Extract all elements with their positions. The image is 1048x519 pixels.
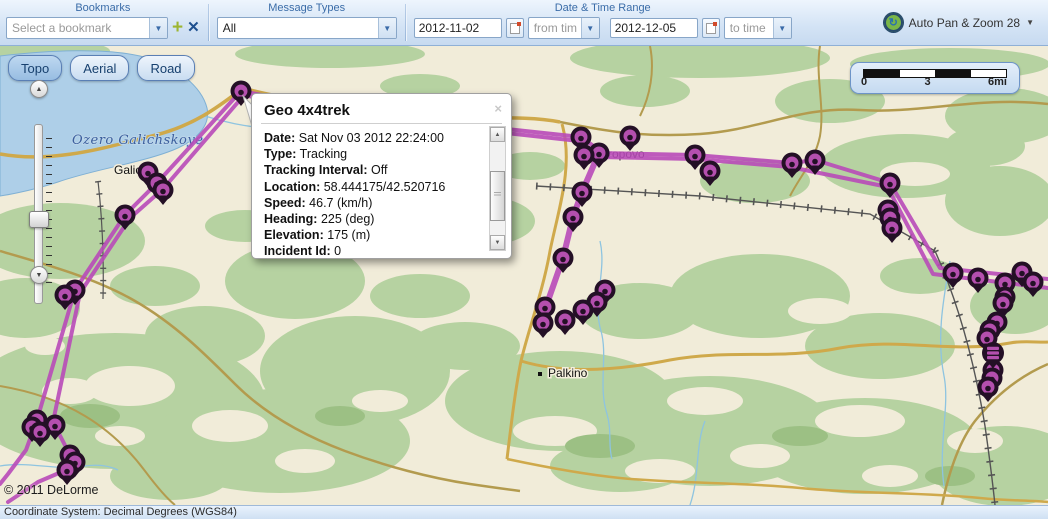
zoom-out-button[interactable]: ▼ [30,266,48,284]
track-point-marker[interactable] [57,460,78,486]
chevron-down-icon[interactable]: ▼ [378,18,396,38]
track-point-marker[interactable] [572,182,593,208]
map-svg: Ozero GalichskoyeGalichropovoPalkino [0,46,1048,505]
bookmarks-label: Bookmarks [75,2,130,15]
track-point-marker[interactable] [555,310,576,336]
from-time-value: from tim [529,18,581,38]
town-dot [538,372,542,376]
chevron-down-icon[interactable]: ▼ [149,18,167,38]
calendar-icon[interactable] [702,18,720,38]
waypoint-popup: Geo 4x4trek × Date: Sat Nov 03 2012 22:2… [251,93,512,259]
popup-scrollbar[interactable]: ▲ ▼ [489,126,506,251]
bookmark-select[interactable]: Select a bookmark ▼ [6,17,168,39]
to-date-input[interactable] [610,18,698,38]
zoom-slider-thumb[interactable] [29,211,49,228]
to-time-value: to time [725,18,773,38]
calendar-icon[interactable] [506,18,524,38]
auto-pan-control[interactable]: ↻ Auto Pan & Zoom 28 ▼ [884,0,1048,45]
top-toolbar: Bookmarks Select a bookmark ▼ + ✕ Messag… [0,0,1048,46]
auto-pan-icon: ↻ [884,13,903,32]
popup-field: Tracking Interval: Off [264,162,483,178]
message-types-label: Message Types [268,2,345,15]
map-scale-bar: 0 3 6mi [850,62,1020,94]
scroll-down-icon[interactable]: ▼ [490,235,505,250]
coordinate-system-text: Coordinate System: Decimal Degrees (WGS8… [4,506,237,518]
delete-bookmark-button[interactable]: ✕ [187,18,200,38]
scale-label-0: 0 [861,76,867,88]
to-time-select[interactable]: to time ▼ [724,17,792,39]
from-time-select[interactable]: from tim ▼ [528,17,600,39]
message-types-value: All [218,18,378,38]
date-range-label: Date & Time Range [555,2,651,15]
chevron-down-icon[interactable]: ▼ [773,18,791,38]
bookmark-select-value: Select a bookmark [7,18,149,38]
popup-field: Heading: 225 (deg) [264,211,483,227]
popup-field: Location: 58.444175/42.520716 [264,179,483,195]
scale-label-mid: 3 [925,76,931,88]
map-copyright: © 2011 DeLorme [4,483,98,497]
close-icon[interactable]: × [494,101,502,116]
auto-pan-label: Auto Pan & Zoom 28 [909,16,1020,30]
message-types-group: Message Types All ▼ [211,0,403,45]
map-label: Ozero Galichskoye [72,133,203,148]
zoom-in-button[interactable]: ▲ [30,80,48,98]
track-point-marker[interactable] [533,313,554,339]
status-bar: Coordinate System: Decimal Degrees (WGS8… [0,505,1048,519]
popup-field: Speed: 46.7 (km/h) [264,195,483,211]
map-type-topo-button[interactable]: Topo [8,55,62,81]
popup-field: Incident Id: 0 [264,243,483,259]
track-point-marker[interactable] [553,248,574,274]
date-range-group: Date & Time Range from tim ▼ to time ▼ [408,0,798,45]
scroll-up-icon[interactable]: ▲ [490,127,505,142]
track-point-marker[interactable] [563,207,584,233]
track-point-marker[interactable] [882,218,903,244]
chevron-down-icon[interactable]: ▼ [1026,18,1034,27]
popup-field: Type: Tracking [264,146,483,162]
bookmarks-group: Bookmarks Select a bookmark ▼ + ✕ [0,0,206,45]
add-bookmark-button[interactable]: + [172,18,183,38]
popup-body: Date: Sat Nov 03 2012 22:24:00Type: Trac… [252,124,511,266]
map-canvas[interactable]: Ozero GalichskoyeGalichropovoPalkino © 2… [0,46,1048,505]
scrollbar-thumb[interactable] [490,171,505,221]
map-type-buttons: Topo Aerial Road [8,55,195,81]
map-label: Palkino [548,366,588,380]
track-point-marker[interactable] [153,180,174,206]
map-type-aerial-button[interactable]: Aerial [70,55,129,81]
toolbar-separator [208,4,209,41]
chevron-down-icon[interactable]: ▼ [581,18,599,38]
toolbar-separator [405,4,406,41]
scale-label-max: 6mi [988,76,1007,88]
popup-field: Elevation: 175 (m) [264,227,483,243]
map-type-road-button[interactable]: Road [137,55,194,81]
popup-title: Geo 4x4trek [252,94,511,123]
message-types-select[interactable]: All ▼ [217,17,397,39]
from-date-input[interactable] [414,18,502,38]
popup-field: Date: Sat Nov 03 2012 22:24:00 [264,130,483,146]
